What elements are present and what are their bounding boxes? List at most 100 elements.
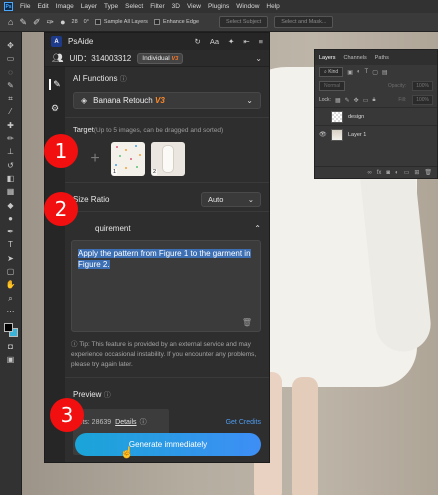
lasso-tool-icon[interactable]: ◌ (5, 68, 17, 77)
healing-brush-tool-icon[interactable]: ✚ (5, 121, 17, 130)
blend-mode-dropdown[interactable]: Normal (319, 81, 346, 91)
target-image-pattern[interactable]: 1 (111, 142, 145, 176)
menu-image[interactable]: Image (56, 3, 74, 10)
chevron-down-icon[interactable]: ⌄ (248, 195, 254, 204)
select-subject-button[interactable]: Select Subject (219, 16, 269, 28)
quick-mask-icon[interactable]: ◘ (5, 342, 17, 351)
generate-button[interactable]: Generate immediately (75, 433, 261, 456)
menu-type[interactable]: Type (104, 3, 118, 10)
filter-shape-icon[interactable]: ▢ (372, 69, 378, 76)
color-swatches[interactable] (3, 323, 18, 338)
path-selection-tool-icon[interactable]: ➤ (5, 254, 17, 263)
filter-pixel-icon[interactable]: ▣ (347, 69, 353, 76)
screen-mode-icon[interactable]: ▣ (5, 355, 17, 364)
menu-3d[interactable]: 3D (172, 3, 180, 10)
filter-adjustment-icon[interactable]: ◐ (357, 69, 361, 75)
settings-gear-icon[interactable]: ⚙ (51, 103, 59, 114)
get-credits-link[interactable]: Get Credits (226, 419, 261, 426)
trash-icon[interactable]: 🗑︎ (242, 318, 252, 327)
eraser-tool-icon[interactable]: ◧ (5, 174, 17, 183)
menu-plugins[interactable]: Plugins (208, 3, 229, 10)
filter-smart-object-icon[interactable]: ▤ (382, 69, 388, 76)
font-size-icon[interactable]: Aa (210, 37, 219, 46)
fx-icon[interactable]: fx (377, 170, 382, 176)
delete-layer-icon[interactable]: 🗑︎ (424, 169, 432, 176)
zoom-tool-icon[interactable]: ⌕ (5, 294, 17, 303)
history-brush-tool-icon[interactable]: ↺ (5, 161, 17, 170)
lock-transparent-icon[interactable]: ▦ (335, 97, 341, 104)
account-bar[interactable]: 👥︎ UID：314003312 Individual V3 ⌄ (45, 50, 269, 67)
menu-layer[interactable]: Layer (81, 3, 97, 10)
kind-filter-dropdown[interactable]: ⌕ Kind (319, 67, 344, 77)
enhance-edge-checkbox[interactable]: Enhance Edge (153, 19, 199, 25)
menu-window[interactable]: Window (236, 3, 259, 10)
filter-type-icon[interactable]: T (365, 69, 369, 75)
link-layers-icon[interactable]: ∞ (367, 170, 371, 176)
checkbox-box[interactable] (94, 19, 101, 25)
requirement-textarea[interactable]: Apply the pattern from Figure 1 to the g… (71, 240, 261, 332)
brush-tool-icon[interactable]: ✏ (5, 135, 17, 143)
lock-artboard-icon[interactable]: ▭ (363, 97, 369, 104)
checkbox-box[interactable] (153, 19, 160, 25)
tab-layers[interactable]: Layers (319, 55, 336, 61)
add-image-icon[interactable]: + (85, 150, 105, 168)
tab-paths[interactable]: Paths (375, 55, 389, 61)
marquee-tool-icon[interactable]: ▭ (5, 55, 17, 63)
chevron-up-icon[interactable]: ⌃ (254, 224, 261, 233)
details-link[interactable]: Details (115, 419, 136, 426)
menu-edit[interactable]: Edit (37, 3, 48, 10)
menu-file[interactable]: File (20, 3, 30, 10)
brush-size-value[interactable]: 28 (72, 19, 78, 25)
brush-preview-icon[interactable]: ● (60, 17, 65, 27)
layer-row-layer-1[interactable]: 👁︎ Layer 1 (315, 125, 437, 143)
chevron-down-icon[interactable]: ⌄ (255, 54, 262, 63)
lock-position-icon[interactable]: ✥ (354, 97, 359, 104)
crop-tool-icon[interactable]: ⌗ (5, 95, 17, 103)
menu-help[interactable]: Help (266, 3, 279, 10)
subtract-selection-icon[interactable]: ✑ (47, 17, 55, 28)
blur-tool-icon[interactable]: ◆ (5, 201, 17, 210)
lock-all-icon[interactable]: 🔒︎ (372, 97, 375, 104)
select-and-mask-button[interactable]: Select and Mask... (274, 16, 334, 28)
help-icon[interactable]: ⓘ (120, 76, 127, 83)
pen-tool-icon[interactable]: ✒ (5, 228, 17, 236)
new-layer-icon[interactable]: ⊞ (414, 169, 419, 176)
fill-input[interactable]: 100% (412, 95, 433, 105)
hand-tool-icon[interactable]: ✋ (5, 281, 17, 289)
help-icon[interactable]: ⓘ (140, 417, 147, 427)
tab-channels[interactable]: Channels (344, 55, 367, 61)
eye-icon[interactable]: 👁︎ (319, 131, 327, 138)
sample-all-layers-checkbox[interactable]: Sample All Layers (94, 19, 148, 25)
dodge-tool-icon[interactable]: ● (5, 214, 17, 223)
gradient-tool-icon[interactable]: ▦ (5, 188, 17, 196)
quick-select-icon[interactable]: ✎ (19, 17, 27, 28)
menu-view[interactable]: View (187, 3, 201, 10)
group-icon[interactable]: ▭ (404, 169, 410, 176)
menu-filter[interactable]: Filter (150, 3, 164, 10)
size-ratio-select[interactable]: Auto ⌄ (201, 191, 261, 207)
adjustment-layer-icon[interactable]: ◐ (395, 170, 399, 176)
lock-image-icon[interactable]: ✎ (345, 97, 350, 104)
eyedropper-tool-icon[interactable]: ⁄ (5, 108, 17, 116)
requirement-heading[interactable]: quirement ⌃ (65, 212, 269, 234)
pin-icon[interactable]: ✦ (228, 37, 234, 46)
foreground-color-swatch[interactable] (3, 323, 13, 333)
menu-icon[interactable]: ≡ (259, 37, 263, 46)
menu-select[interactable]: Select (125, 3, 143, 10)
help-icon[interactable]: ⓘ (104, 392, 111, 399)
layer-row-design[interactable]: design (315, 107, 437, 125)
rectangle-tool-icon[interactable]: ▢ (5, 268, 17, 276)
move-tool-icon[interactable]: ✥ (5, 42, 17, 50)
edit-brush-icon[interactable]: ✎ (49, 79, 61, 90)
stamp-tool-icon[interactable]: ⊥ (5, 148, 17, 156)
home-icon[interactable]: ⌂ (8, 17, 13, 27)
opacity-input[interactable]: 100% (412, 81, 433, 91)
quick-selection-tool-icon[interactable]: ✎ (5, 81, 17, 90)
add-mask-icon[interactable]: ◙ (386, 170, 390, 176)
model-select[interactable]: ◈ Banana Retouch V3 ⌄ (73, 92, 261, 109)
add-selection-icon[interactable]: ✐ (33, 17, 41, 28)
more-tools-icon[interactable]: ⋯ (5, 307, 17, 316)
refresh-icon[interactable]: ↻ (195, 37, 201, 46)
type-tool-icon[interactable]: T (5, 241, 17, 249)
chevron-down-icon[interactable]: ⌄ (246, 96, 253, 105)
